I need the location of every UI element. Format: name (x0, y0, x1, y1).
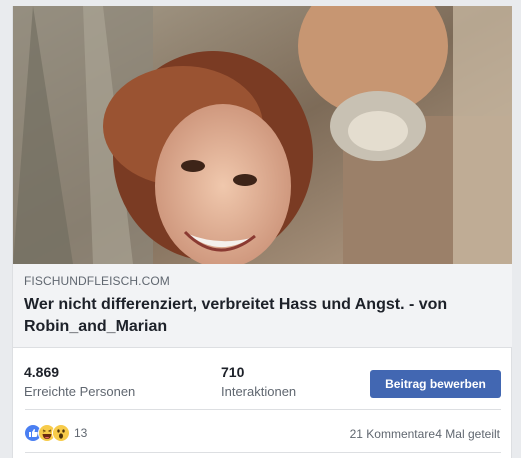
reach-stat: 4.869 Erreichte Personen (24, 363, 135, 401)
shares-count[interactable]: 4 Mal geteilt (435, 427, 500, 441)
engagement-value: 710 (221, 364, 245, 380)
insights-bar: 4.869 Erreichte Personen 710 Interaktion… (13, 357, 512, 407)
link-preview-meta[interactable]: FISCHUNDFLEISCH.COM Wer nicht differenzi… (13, 264, 512, 348)
link-headline[interactable]: Wer nicht differenziert, verbreitet Hass… (24, 294, 500, 338)
reach-label: Erreichte Personen (24, 384, 136, 399)
link-domain: FISCHUNDFLEISCH.COM (24, 274, 170, 288)
engagement-stat: 710 Interaktionen (221, 363, 296, 401)
reach-value: 4.869 (24, 364, 60, 380)
link-preview-image[interactable] (13, 6, 512, 264)
wow-icon (52, 424, 70, 442)
boost-post-button[interactable]: Beitrag bewerben (370, 370, 501, 398)
reaction-count: 13 (74, 426, 88, 440)
post-card: FISCHUNDFLEISCH.COM Wer nicht differenzi… (12, 6, 512, 458)
engagement-label: Interaktionen (221, 384, 297, 399)
reactions-summary[interactable]: 13 (24, 424, 87, 442)
comments-count[interactable]: 21 Kommentare (350, 427, 435, 441)
divider (25, 452, 501, 453)
post-footer: 13 21 Kommentare 4 Mal geteilt (13, 410, 512, 450)
